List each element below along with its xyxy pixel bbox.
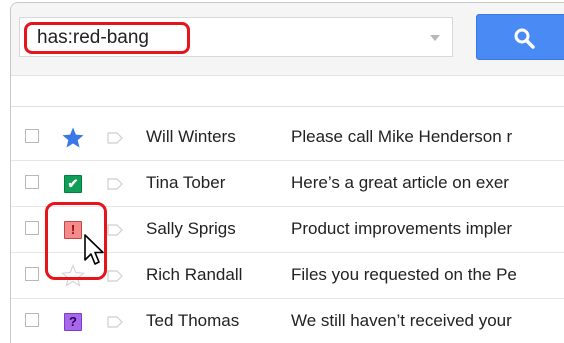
sender-name: Rich Randall [146,265,243,284]
table-row[interactable]: Will Winters Please call Mike Henderson … [11,115,564,161]
gmail-window: Will Winters Please call Mike Henderson … [10,2,564,343]
green-check-icon[interactable]: ✔ [61,172,85,196]
purple-question-badge: ? [64,313,82,331]
search-input[interactable] [24,22,190,54]
search-box[interactable] [19,17,453,57]
search-button[interactable] [476,14,564,60]
importance-marker-icon[interactable] [107,269,123,287]
importance-marker-icon[interactable] [107,223,123,241]
green-check-badge: ✔ [64,175,82,193]
importance-marker-icon[interactable] [107,315,123,333]
blue-star-icon[interactable] [61,126,85,150]
sender-name: Will Winters [146,127,236,146]
importance-marker-icon[interactable] [107,131,123,149]
toolbar-strip [11,76,564,107]
select-checkbox[interactable] [25,313,39,327]
sender-name: Tina Tober [146,173,226,192]
sender-name: Sally Sprigs [146,219,236,238]
subject-text: Files you requested on the Pe [291,265,517,284]
subject-text: We still haven’t received your [291,311,512,330]
search-icon [514,28,535,49]
sender-name: Ted Thomas [146,311,240,330]
mouse-pointer-icon [84,234,104,265]
select-checkbox[interactable] [25,175,39,189]
table-row[interactable]: ✔ Tina Tober Here’s a great article on e… [11,161,564,207]
dropdown-arrow-icon[interactable] [430,35,440,41]
select-checkbox[interactable] [25,267,39,281]
table-row[interactable]: ? Ted Thomas We still haven’t received y… [11,299,564,343]
subject-text: Here’s a great article on exer [291,173,509,192]
subject-text: Please call Mike Henderson r [291,127,513,146]
search-toolbar [11,3,564,76]
importance-marker-icon[interactable] [107,177,123,195]
purple-question-icon[interactable]: ? [61,310,85,334]
subject-text: Product improvements impler [291,219,513,238]
select-checkbox[interactable] [25,221,39,235]
select-checkbox[interactable] [25,129,39,143]
